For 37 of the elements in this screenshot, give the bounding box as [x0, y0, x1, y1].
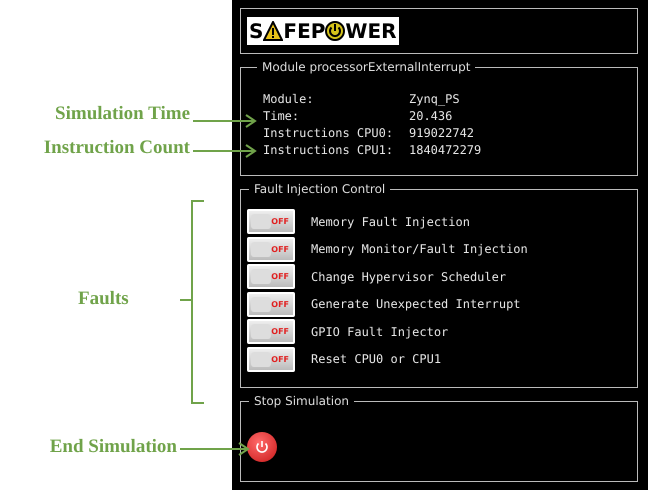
annotation-label: End Simulation [50, 436, 177, 458]
group-title: Stop Simulation [253, 394, 350, 408]
warning-icon [263, 21, 284, 41]
info-value: 20.436 [409, 109, 454, 123]
logo-text: WER [345, 19, 397, 43]
fault-label: Memory Fault Injection [311, 214, 470, 229]
group-title: Module processorExternalInterrupt [261, 60, 472, 74]
group-title: Fault Injection Control [253, 182, 386, 196]
logo-text: FEP [283, 19, 326, 43]
toggle-switch[interactable]: OFF [247, 319, 295, 344]
toggle-switch[interactable]: OFF [247, 264, 295, 290]
info-value: 919022742 [409, 126, 476, 140]
arrow [180, 442, 250, 456]
annotation-label: Instruction Count [44, 137, 190, 159]
info-value: 1840472279 [409, 143, 482, 157]
toggle-switch[interactable]: OFF [247, 346, 295, 372]
toggle-switch[interactable]: OFF [247, 292, 295, 317]
power-button[interactable] [247, 432, 277, 462]
toggle-switch[interactable]: OFF [247, 236, 295, 262]
info-value: Zynq_PS [409, 92, 461, 106]
fault-label: Generate Unexpected Interrupt [311, 297, 521, 312]
power-icon [254, 439, 270, 455]
fault-label: Reset CPU0 or CPU1 [311, 352, 442, 366]
toggle-switch[interactable]: OFF [247, 209, 295, 234]
info-label: Instructions CPU0: [263, 126, 394, 140]
fault-label: GPIO Fault Injector [311, 324, 448, 339]
arrow [193, 114, 257, 128]
annotation-label: Simulation Time [55, 103, 190, 125]
power-icon [325, 21, 346, 41]
info-label: Instructions CPU1: [263, 143, 394, 157]
info-label: Time: [263, 109, 300, 123]
info-label: Module: [263, 92, 315, 106]
fault-label: Change Hypervisor Scheduler [311, 270, 506, 284]
arrow [193, 144, 257, 158]
annotation-label: Faults [78, 288, 129, 310]
logo-text: S [249, 19, 264, 43]
fault-label: Memory Monitor/Fault Injection [311, 242, 528, 256]
